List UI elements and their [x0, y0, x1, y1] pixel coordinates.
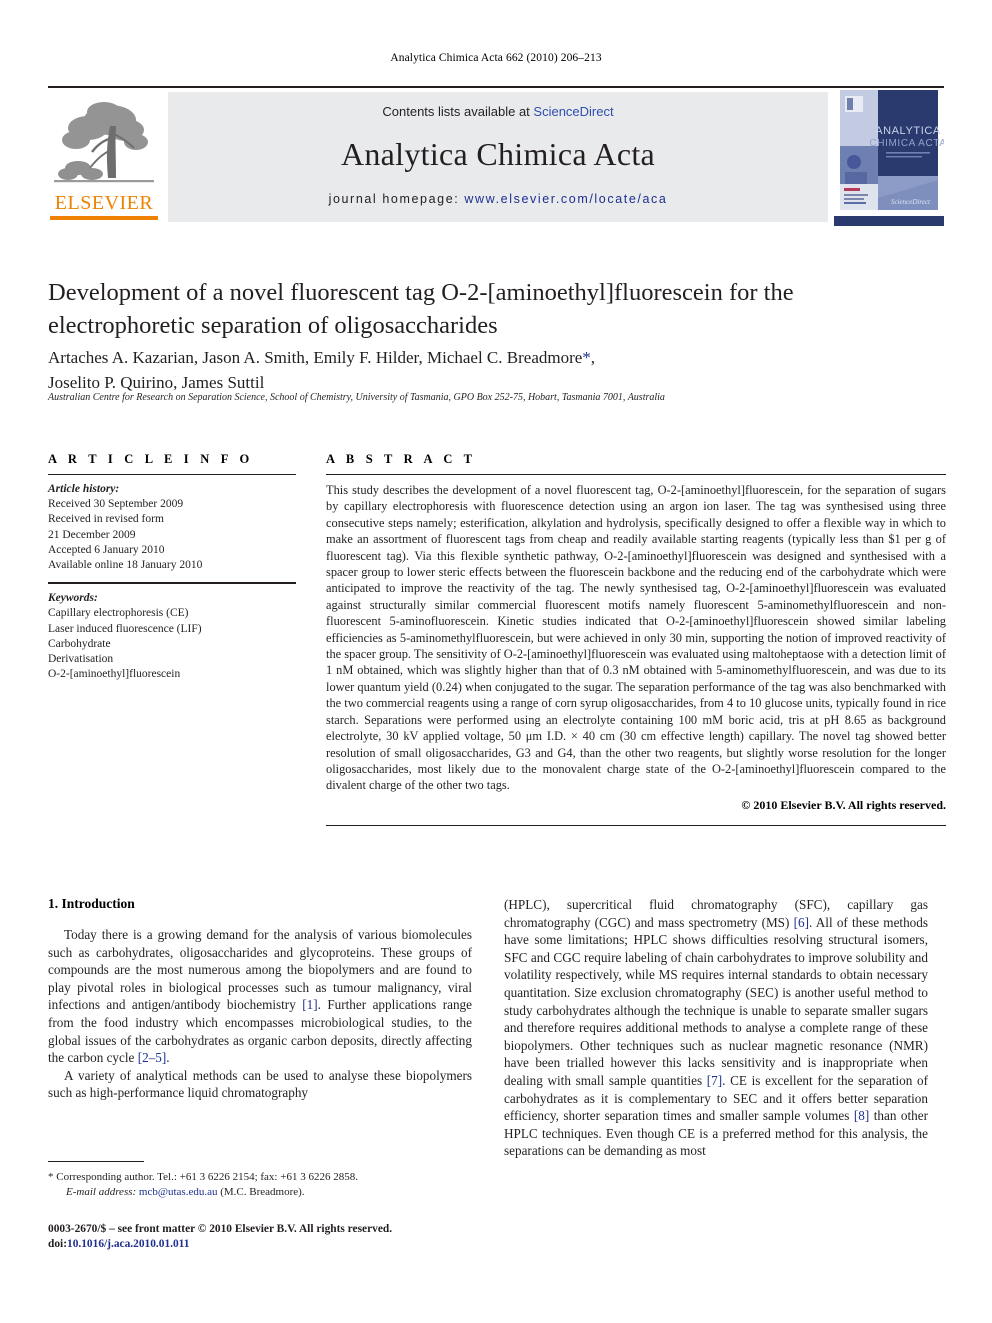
article-history-label: Article history: [48, 483, 120, 495]
article-title: Development of a novel fluorescent tag O… [48, 279, 794, 339]
authors-line-1: Artaches A. Kazarian, Jason A. Smith, Em… [48, 348, 583, 367]
keyword-item: O-2-[aminoethyl]fluorescein [48, 668, 181, 681]
journal-title: Analytica Chimica Acta [340, 136, 656, 172]
elsevier-accent-bar [50, 216, 158, 220]
journal-masthead: ELSEVIER Contents lists available at Sci… [48, 86, 946, 226]
masthead-top-rule [48, 86, 944, 88]
citation-link-2-5[interactable]: [2–5] [138, 1050, 167, 1065]
journal-homepage-link[interactable]: www.elsevier.com/locate/aca [464, 192, 667, 206]
citation-link-1[interactable]: [1] [302, 997, 317, 1012]
email-suffix: (M.C. Breadmore). [220, 1185, 305, 1198]
corresponding-author-marker: * [582, 348, 591, 367]
intro-paragraph-2: A variety of analytical methods can be u… [48, 1067, 472, 1101]
author-affiliation: Australian Centre for Research on Separa… [48, 392, 665, 403]
imprint-block: 0003-2670/$ – see front matter © 2010 El… [48, 1222, 472, 1252]
svg-text:ANALYTICA: ANALYTICA [875, 125, 941, 137]
svg-text:ScienceDirect: ScienceDirect [891, 198, 931, 206]
sciencedirect-link[interactable]: ScienceDirect [533, 104, 613, 119]
citation-link-7[interactable]: [7] [707, 1073, 722, 1088]
intro-p1-part-c: . [166, 1050, 170, 1066]
email-label: E-mail address: [66, 1185, 137, 1198]
journal-cover-thumbnail: ANALYTICA CHIMICA ACTA ScienceDirect [834, 88, 946, 226]
keyword-item: Capillary electrophoresis (CE) [48, 607, 189, 620]
abstract-column: A B S T R A C T This study describes the… [326, 452, 946, 826]
authors-line-2: Joselito P. Quirino, James Suttil [48, 373, 265, 392]
abstract-heading: A B S T R A C T [326, 452, 477, 466]
history-item: Received in revised form [48, 513, 164, 526]
footnote-separator-rule [48, 1161, 144, 1162]
abstract-rule-bottom [326, 824, 946, 826]
author-list: Artaches A. Kazarian, Jason A. Smith, Em… [48, 348, 596, 392]
footnote-block: * Corresponding author. Tel.: +61 3 6226… [48, 1170, 472, 1199]
keywords-label: Keywords: [48, 592, 98, 605]
section-heading-introduction: 1. Introduction [48, 896, 135, 911]
homepage-prefix: journal homepage: [328, 192, 465, 206]
email-link[interactable]: mcb@utas.edu.au [139, 1186, 218, 1198]
keywords-block: Keywords: Capillary electrophoresis (CE)… [48, 591, 296, 682]
intro-right-part-b: . All of these methods have some limitat… [504, 914, 928, 1088]
keywords-rule [48, 582, 296, 585]
contents-prefix: Contents lists available at [382, 104, 534, 119]
journal-article-page: Analytica Chimica Acta 662 (2010) 206–21… [0, 0, 992, 1323]
abstract-text: This study describes the development of … [326, 483, 946, 793]
corresponding-author-note: * Corresponding author. Tel.: +61 3 6226… [48, 1171, 358, 1183]
keyword-item: Laser induced fluorescence (LIF) [48, 622, 202, 635]
body-column-right: (HPLC), supercritical fluid chromatograp… [504, 896, 928, 1160]
article-info-column: A R T I C L E I N F O Article history: R… [48, 452, 296, 682]
intro-paragraph-1: Today there is a growing demand for the … [48, 926, 472, 1067]
history-item: Received 30 September 2009 [48, 498, 184, 511]
running-head: Analytica Chimica Acta 662 (2010) 206–21… [390, 52, 602, 64]
doi-label: doi: [48, 1238, 67, 1250]
issn-front-matter: 0003-2670/$ – see front matter © 2010 El… [48, 1223, 393, 1235]
history-item: 21 December 2009 [48, 528, 136, 541]
article-info-heading: A R T I C L E I N F O [48, 452, 254, 466]
journal-homepage-line: journal homepage: www.elsevier.com/locat… [168, 192, 828, 206]
citation-link-8[interactable]: [8] [854, 1108, 869, 1123]
abstract-rule-top [326, 474, 946, 475]
body-column-left: 1. Introduction Today there is a growing… [48, 896, 472, 1102]
citation-link-6[interactable]: [6] [794, 915, 809, 930]
contents-available-line: Contents lists available at ScienceDirec… [168, 104, 828, 119]
abstract-copyright: © 2010 Elsevier B.V. All rights reserved… [741, 797, 946, 812]
elsevier-wordmark: ELSEVIER [54, 192, 154, 214]
history-item: Available online 18 January 2010 [48, 559, 203, 572]
article-history-block: Article history: Received 30 September 2… [48, 482, 296, 573]
elsevier-tree-icon [52, 96, 156, 192]
history-item: Accepted 6 January 2010 [48, 543, 165, 556]
intro-paragraph-continued: (HPLC), supercritical fluid chromatograp… [504, 896, 928, 1160]
keyword-item: Derivatisation [48, 653, 114, 666]
article-info-rule-top [48, 474, 296, 475]
svg-text:CHIMICA ACTA: CHIMICA ACTA [869, 138, 944, 149]
email-note: E-mail address: mcb@utas.edu.au (M.C. Br… [48, 1185, 472, 1200]
elsevier-logo: ELSEVIER [48, 92, 160, 226]
journal-band: Contents lists available at ScienceDirec… [168, 92, 828, 222]
keyword-item: Carbohydrate [48, 637, 111, 650]
doi-link[interactable]: 10.1016/j.aca.2010.01.011 [67, 1238, 189, 1250]
